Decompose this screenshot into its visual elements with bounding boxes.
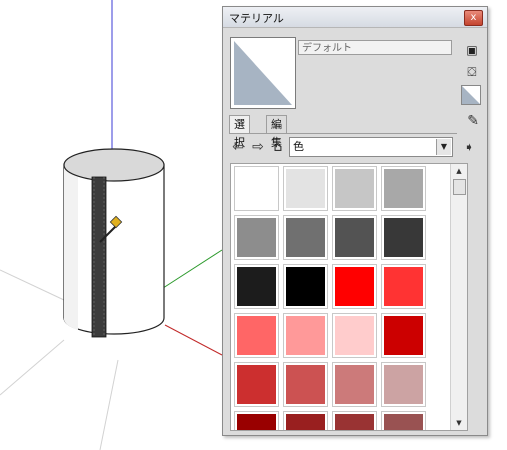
forward-arrow-icon[interactable]: ⇨ xyxy=(249,137,267,157)
swatch-fill xyxy=(384,267,423,306)
paint-bucket-icon[interactable]: ⛋ xyxy=(463,63,481,81)
color-swatch[interactable] xyxy=(332,264,377,309)
library-select[interactable]: 色 ▼ xyxy=(289,137,453,157)
panel-titlebar[interactable]: マテリアル x xyxy=(223,7,487,28)
scrollbar[interactable]: ▲ ▼ xyxy=(450,164,467,430)
color-swatch[interactable] xyxy=(283,313,328,358)
color-swatch[interactable] xyxy=(332,411,377,430)
color-swatch[interactable] xyxy=(234,264,279,309)
details-arrow-icon[interactable]: ➧ xyxy=(461,137,477,157)
color-swatch[interactable] xyxy=(381,313,426,358)
swatch-fill xyxy=(384,414,423,430)
color-swatch[interactable] xyxy=(234,215,279,260)
color-swatch[interactable] xyxy=(283,166,328,211)
swatch-fill xyxy=(384,316,423,355)
swatch-fill xyxy=(237,218,276,257)
home-icon[interactable]: ⌂ xyxy=(269,137,287,157)
color-swatch[interactable] xyxy=(283,362,328,407)
default-material-icon[interactable] xyxy=(461,85,481,105)
library-nav: ⇦ ⇨ ⌂ 色 ▼ ➧ xyxy=(229,137,479,159)
color-swatch[interactable] xyxy=(283,264,328,309)
scroll-down-icon[interactable]: ▼ xyxy=(451,416,467,430)
eyedropper-icon[interactable]: ✎ xyxy=(467,113,479,129)
color-swatch[interactable] xyxy=(283,215,328,260)
color-swatch[interactable] xyxy=(234,166,279,211)
swatch-fill xyxy=(335,365,374,404)
color-swatch[interactable] xyxy=(381,215,426,260)
swatch-fill xyxy=(286,414,325,430)
guide-line xyxy=(0,339,65,396)
scroll-thumb[interactable] xyxy=(453,179,466,195)
swatch-fill xyxy=(286,267,325,306)
color-swatch[interactable] xyxy=(283,411,328,430)
swatch-fill xyxy=(384,218,423,257)
color-swatch[interactable] xyxy=(332,313,377,358)
tab-edit[interactable]: 編集 xyxy=(266,115,287,149)
swatch-fill xyxy=(335,218,374,257)
back-arrow-icon[interactable]: ⇦ xyxy=(229,137,247,157)
swatch-fill xyxy=(335,267,374,306)
tab-select[interactable]: 選択 xyxy=(229,115,250,149)
swatch-fill xyxy=(384,365,423,404)
swatch-fill xyxy=(237,169,276,208)
color-swatch[interactable] xyxy=(234,362,279,407)
swatch-fill xyxy=(237,365,276,404)
material-preview[interactable] xyxy=(230,37,296,109)
create-material-icon[interactable]: ▣ xyxy=(463,41,481,59)
library-select-value: 色 xyxy=(293,140,304,153)
swatch-fill xyxy=(335,169,374,208)
preview-swatch xyxy=(234,41,292,105)
swatch-fill xyxy=(384,169,423,208)
chevron-down-icon[interactable]: ▼ xyxy=(436,139,451,155)
guide-line xyxy=(0,269,65,301)
color-swatch[interactable] xyxy=(332,362,377,407)
panel-title: マテリアル xyxy=(229,12,284,25)
swatch-fill xyxy=(335,316,374,355)
material-name-field[interactable]: デフォルト xyxy=(298,40,452,55)
color-swatch[interactable] xyxy=(332,215,377,260)
swatch-fill xyxy=(286,218,325,257)
tab-divider xyxy=(229,133,457,134)
swatch-fill xyxy=(286,316,325,355)
swatch-grid: ▲ ▼ xyxy=(230,163,468,431)
guide-line xyxy=(99,359,119,450)
color-swatch[interactable] xyxy=(381,264,426,309)
swatch-fill xyxy=(237,414,276,430)
materials-panel: マテリアル x デフォルト ▣ ⛋ 選択 編集 ✎ ⇦ ⇨ ⌂ 色 ▼ ➧ ▲ … xyxy=(222,6,488,436)
color-swatch[interactable] xyxy=(332,166,377,211)
swatch-fill xyxy=(237,316,276,355)
scroll-up-icon[interactable]: ▲ xyxy=(451,164,467,178)
close-button[interactable]: x xyxy=(464,10,483,26)
swatch-fill xyxy=(237,267,276,306)
color-swatch[interactable] xyxy=(234,313,279,358)
swatch-fill xyxy=(335,414,374,430)
swatch-fill xyxy=(286,365,325,404)
green-axis xyxy=(159,249,223,291)
color-swatch[interactable] xyxy=(381,166,426,211)
color-swatch[interactable] xyxy=(234,411,279,430)
color-swatch[interactable] xyxy=(381,411,426,430)
swatch-fill xyxy=(286,169,325,208)
cylinder[interactable] xyxy=(63,148,165,338)
color-swatch[interactable] xyxy=(381,362,426,407)
red-axis xyxy=(164,324,223,356)
